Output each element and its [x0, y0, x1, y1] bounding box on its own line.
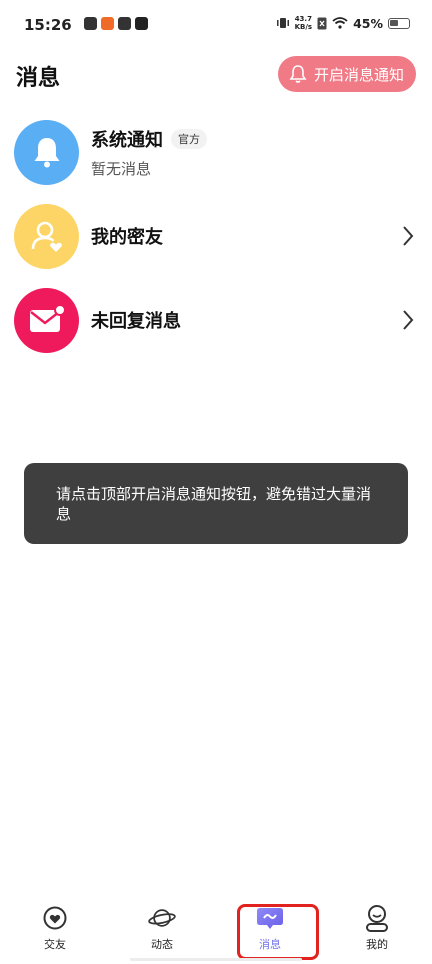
message-list: 系统通知 官方 暂无消息 我的密友 未回复消息: [0, 110, 432, 362]
header: 消息 开启消息通知: [0, 56, 432, 96]
highlight-annotation-box: [237, 904, 319, 960]
status-time: 15:26: [24, 16, 72, 34]
cloud-icon: [118, 17, 131, 30]
home-indicator: [130, 958, 302, 961]
list-item-title: 系统通知: [91, 129, 163, 151]
enable-notifications-button[interactable]: 开启消息通知: [277, 56, 416, 92]
list-item-title: 未回复消息: [91, 311, 181, 332]
tiktok-icon: [135, 17, 148, 30]
envelope-icon: [14, 287, 79, 353]
battery-icon: [388, 17, 410, 29]
friend-heart-icon: [14, 203, 79, 269]
bell-outline-icon: [289, 65, 307, 83]
heart-circle-icon: [41, 905, 69, 931]
list-item-title: 我的密友: [91, 227, 163, 248]
enable-notifications-label: 开启消息通知: [313, 65, 404, 84]
app-notification-icon: [84, 17, 97, 30]
notification-icons: [84, 17, 148, 30]
profile-icon: [363, 905, 391, 932]
list-item-system-notice[interactable]: 系统通知 官方 暂无消息: [0, 110, 432, 194]
status-right: 43.7 KB/s 45%: [276, 15, 410, 31]
chevron-right-icon: [403, 310, 414, 330]
tab-label: 交友: [44, 938, 66, 951]
bottom-tab-bar: 交友 动态 消息 我的: [0, 905, 432, 964]
status-bar: 15:26 43.7 KB/s 45%: [0, 0, 432, 50]
tab-moments[interactable]: 动态: [132, 905, 192, 960]
sim-off-icon: [317, 17, 327, 29]
tab-label: 我的: [366, 938, 388, 951]
wifi-icon: [332, 17, 348, 29]
list-item-close-friends[interactable]: 我的密友: [0, 194, 432, 278]
list-item-subtitle: 暂无消息: [91, 159, 152, 178]
toast-message: 请点击顶部开启消息通知按钮，避免错过大量消息: [24, 463, 408, 544]
tab-label: 动态: [151, 938, 173, 951]
app-notification-icon: [101, 17, 114, 30]
official-badge: 官方: [171, 128, 207, 149]
vibrate-icon: [276, 18, 289, 28]
network-speed-value: 43.7: [294, 15, 312, 23]
tab-friends[interactable]: 交友: [25, 905, 85, 960]
tab-profile[interactable]: 我的: [347, 905, 407, 960]
network-speed: 43.7 KB/s: [295, 15, 312, 31]
bell-icon: [14, 119, 79, 185]
planet-icon: [148, 905, 176, 931]
chevron-right-icon: [403, 226, 414, 246]
page-title: 消息: [16, 66, 61, 91]
battery-percent: 45%: [353, 15, 383, 31]
list-item-unreplied[interactable]: 未回复消息: [0, 278, 432, 362]
network-speed-unit: KB/s: [294, 23, 313, 31]
